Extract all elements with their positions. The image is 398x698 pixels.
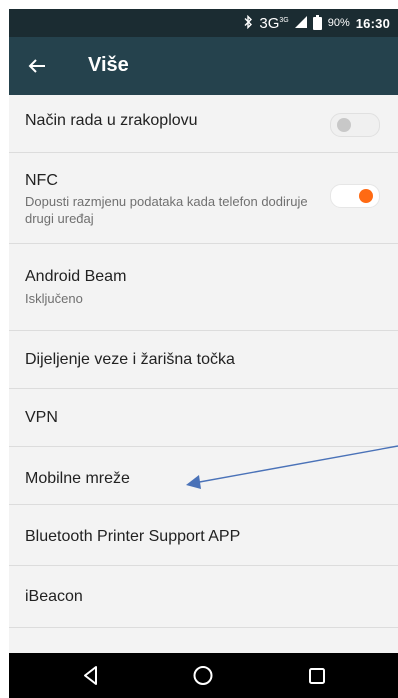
toggle-thumb xyxy=(359,189,373,203)
setting-nfc[interactable]: NFC Dopusti razmjenu podataka kada telef… xyxy=(9,153,398,244)
network-superscript: 3G xyxy=(279,16,289,24)
setting-airplane-mode[interactable]: Način rada u zrakoplovu xyxy=(9,95,398,153)
navigation-bar xyxy=(9,653,398,698)
setting-title: NFC xyxy=(25,172,58,189)
toggle-thumb xyxy=(337,118,351,132)
triangle-back-icon[interactable] xyxy=(61,653,121,698)
setting-title: Bluetooth Printer Support APP xyxy=(25,528,241,545)
phone-screen: 3G3G 90% 16:30 Više Način rada u zrakopl… xyxy=(9,9,398,698)
square-recent-icon[interactable] xyxy=(287,653,347,698)
arrow-left-icon[interactable] xyxy=(23,52,51,80)
bluetooth-icon xyxy=(243,14,253,32)
page-title: Više xyxy=(88,54,129,76)
setting-subtitle: Dopusti razmjenu podataka kada telefon d… xyxy=(25,194,308,226)
setting-title: VPN xyxy=(25,409,58,426)
status-bar: 3G3G 90% 16:30 xyxy=(9,9,398,37)
clock: 16:30 xyxy=(355,15,390,31)
setting-title: iBeacon xyxy=(25,588,83,605)
setting-title: Dijeljenje veze i žarišna točka xyxy=(25,351,235,368)
app-toolbar: Više xyxy=(9,37,398,95)
circle-home-icon[interactable] xyxy=(173,653,233,698)
battery-percent: 90% xyxy=(327,17,350,29)
setting-android-beam[interactable]: Android Beam Isključeno xyxy=(9,244,398,331)
network-type-label: 3G3G xyxy=(259,14,289,32)
setting-mobile-networks[interactable]: Mobilne mreže xyxy=(9,447,398,505)
setting-title: Android Beam xyxy=(25,268,127,285)
setting-title: Način rada u zrakoplovu xyxy=(25,112,198,129)
setting-ibeacon[interactable]: iBeacon xyxy=(9,566,398,628)
setting-tethering-hotspot[interactable]: Dijeljenje veze i žarišna točka xyxy=(9,331,398,389)
battery-icon xyxy=(312,14,322,30)
setting-title: Mobilne mreže xyxy=(25,470,130,487)
airplane-mode-toggle[interactable] xyxy=(330,113,380,137)
status-icons: 3G3G 90% 16:30 xyxy=(243,9,390,37)
setting-vpn[interactable]: VPN xyxy=(9,389,398,447)
signal-icon xyxy=(294,15,307,31)
setting-subtitle: Isključeno xyxy=(25,291,83,306)
nfc-toggle[interactable] xyxy=(330,184,380,208)
setting-bluetooth-printer[interactable]: Bluetooth Printer Support APP xyxy=(9,505,398,566)
